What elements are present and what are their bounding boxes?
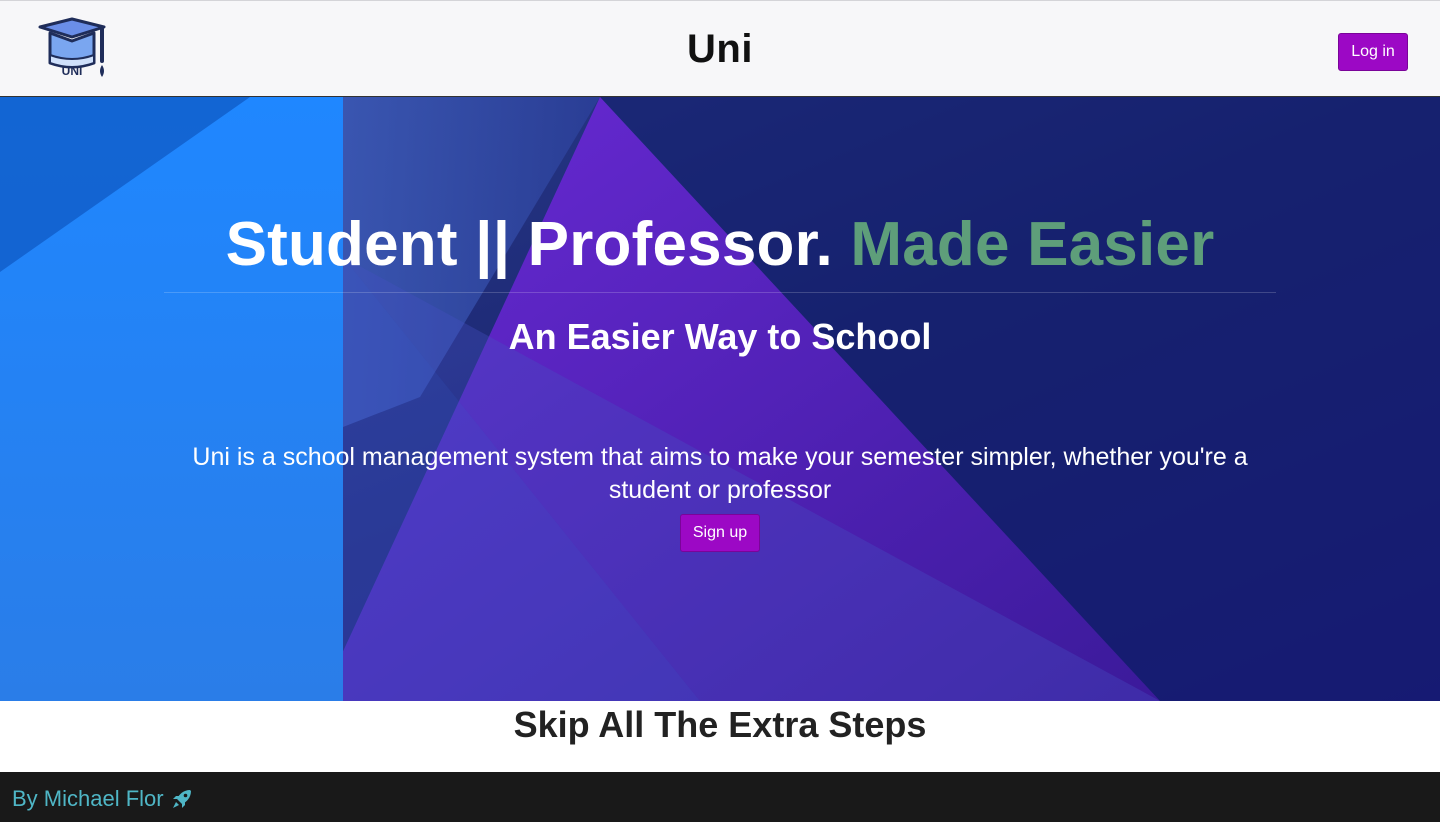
hero-section: Student || Professor. Made Easier An Eas… xyxy=(0,97,1440,701)
hero-divider xyxy=(164,292,1276,293)
signup-button[interactable]: Sign up xyxy=(680,514,760,552)
login-button[interactable]: Log in xyxy=(1338,33,1408,71)
hero-subtitle: An Easier Way to School xyxy=(508,316,932,357)
footer: By Michael Flor xyxy=(0,772,1440,822)
footer-credit: By Michael Flor xyxy=(12,786,194,812)
brand-title[interactable]: Uni xyxy=(0,27,1440,72)
hero-title-main: Student || Professor. xyxy=(225,210,833,279)
hero-description: Uni is a school management system that a… xyxy=(192,443,1248,504)
hero-background xyxy=(0,97,1440,701)
section-heading: Skip All The Extra Steps xyxy=(513,704,927,745)
navbar: UNI Uni Log in xyxy=(0,0,1440,97)
hero-title-accent: Made Easier xyxy=(850,210,1215,279)
footer-author[interactable]: By Michael Flor xyxy=(12,786,164,812)
rocket-icon xyxy=(172,790,191,808)
hero-title: Student || Professor. Made Easier xyxy=(0,209,1440,280)
